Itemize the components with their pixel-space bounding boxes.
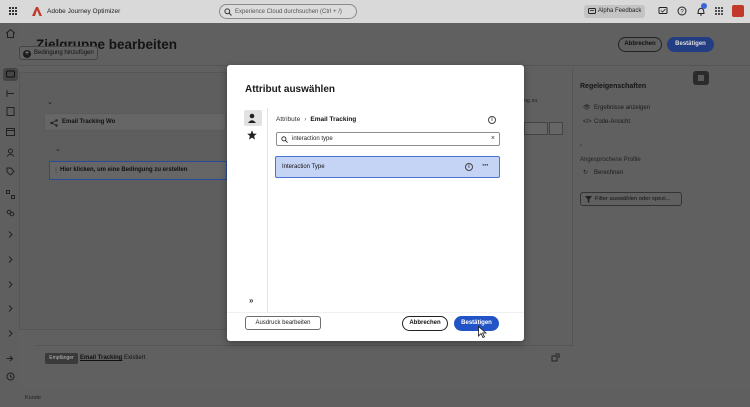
select-attribute-dialog: Attribut auswählen » Attribute › Email Tra… [227, 65, 524, 341]
attribute-source-rail [242, 108, 268, 312]
apps-grid-icon[interactable] [714, 6, 724, 16]
chevron-right-icon[interactable] [6, 280, 15, 289]
eye-icon: 👁 [583, 105, 591, 111]
info-icon[interactable]: i [488, 116, 496, 124]
schema-icon[interactable] [6, 190, 15, 199]
feedback-icon [588, 8, 596, 14]
journeys-icon[interactable] [6, 70, 15, 79]
calculate-label: Berechnen [594, 170, 624, 176]
adobe-logo-icon[interactable] [32, 7, 42, 16]
content-icon[interactable] [6, 107, 15, 116]
page-confirm-button[interactable]: Bestätigen [667, 37, 714, 52]
workflow-icon[interactable] [6, 89, 15, 98]
search-icon [281, 136, 288, 143]
more-actions-icon[interactable]: ··· [482, 160, 489, 170]
mouse-cursor-icon [478, 326, 487, 338]
expand-panel-icon[interactable]: » [249, 296, 253, 305]
show-results-label: Ergebnisse anzeigen [594, 105, 651, 111]
dialog-title: Attribut auswählen [245, 84, 336, 95]
edit-expression-button[interactable]: Ausdruck bearbeiten [245, 316, 321, 330]
calculate-link[interactable]: ↻ Berechnen [583, 169, 623, 176]
dialog-confirm-button[interactable]: Bestätigen [454, 316, 499, 331]
email-tracking-condition-row[interactable]: Email Tracking Wo [44, 113, 226, 131]
attribute-list-item[interactable]: Interaction Type i ··· [275, 156, 500, 178]
sign-in-icon[interactable] [6, 354, 15, 363]
filter-select-button[interactable]: Filter auswählen oder spezi... [580, 192, 682, 206]
notification-badge [701, 3, 707, 9]
expand-icon[interactable] [551, 353, 560, 362]
code-view-label: Code-Ansicht [594, 119, 631, 125]
dialog-footer-divider [227, 312, 524, 313]
collapse-chevron-icon[interactable]: ⌄ [47, 98, 53, 106]
show-results-link[interactable]: 👁 Ergebnisse anzeigen [583, 104, 650, 111]
bottom-bar: Kunde [0, 391, 750, 407]
user-avatar[interactable] [732, 5, 744, 17]
global-search-input[interactable]: Experience Cloud durchsuchen (Ctrl + /) [219, 4, 357, 19]
star-icon[interactable] [247, 130, 257, 140]
history-icon[interactable] [6, 372, 15, 381]
audiences-icon[interactable] [6, 209, 15, 218]
help-icon[interactable]: ? [677, 6, 687, 16]
rule-properties-title: Regeleigenschaften [580, 83, 647, 90]
breadcrumb-current: Email Tracking [310, 116, 357, 123]
breadcrumb-separator-icon: › [304, 116, 307, 123]
feedback-chat-icon[interactable] [658, 6, 668, 16]
footer-status: Existiert [124, 355, 146, 361]
profiles-label: Angesprochene Profile [580, 157, 641, 163]
attribute-info-icon[interactable]: i [465, 163, 473, 171]
calendar-icon[interactable] [6, 127, 15, 136]
dialog-cancel-button[interactable]: Abbrechen [402, 316, 448, 331]
attribute-search-input[interactable]: interaction type × [276, 132, 500, 146]
profiles-value: - [580, 143, 582, 149]
properties-icon [698, 75, 704, 81]
chevron-right-icon[interactable] [6, 329, 15, 338]
attribute-search-value: interaction type [292, 136, 333, 142]
attribute-item-label: Interaction Type [282, 163, 325, 170]
chevron-right-icon[interactable] [6, 230, 15, 239]
partial-text: ng zu [524, 98, 538, 104]
app-header: Adobe Journey Optimizer Experience Cloud… [0, 0, 750, 23]
breadcrumb: Attribute › Email Tracking [276, 116, 356, 123]
share-icon [50, 119, 58, 127]
filter-button-label: Filter auswählen oder spezi... [595, 196, 671, 202]
menu-icon[interactable] [8, 6, 18, 16]
refresh-icon: ↻ [583, 170, 589, 176]
partial-value-input[interactable] [524, 122, 548, 135]
bottom-label: Kunde [25, 395, 41, 401]
alpha-feedback-label: Alpha Feedback [598, 8, 642, 14]
footer-attribute-link[interactable]: Email Tracking [80, 355, 122, 361]
left-navigation-rail [0, 23, 20, 407]
empty-condition-placeholder[interactable]: ⋮ Hier klicken, um eine Bedingung zu ers… [49, 161, 227, 180]
filter-icon [585, 196, 592, 203]
empty-condition-hint: Hier klicken, um eine Bedingung zu erste… [60, 167, 188, 173]
edit-icon[interactable] [549, 122, 563, 135]
add-condition-button[interactable]: + Bedingung hinzufügen [19, 46, 98, 60]
search-icon [224, 8, 232, 16]
page-cancel-button[interactable]: Abbrechen [618, 37, 662, 52]
code-icon: </> [583, 119, 592, 125]
alpha-feedback-button[interactable]: Alpha Feedback [584, 5, 645, 18]
app-name[interactable]: Adobe Journey Optimizer [47, 8, 120, 15]
recipient-chip: Empfänger [45, 353, 78, 364]
collapse-chevron-icon[interactable]: ⌄ [55, 145, 61, 153]
code-view-link[interactable]: </> Code-Ansicht [583, 119, 630, 125]
breadcrumb-root[interactable]: Attribute [276, 116, 300, 123]
chevron-right-icon[interactable] [6, 255, 15, 264]
home-icon[interactable] [6, 29, 15, 38]
chevron-right-icon[interactable] [6, 304, 15, 313]
person-icon[interactable] [247, 113, 257, 123]
email-tracking-row-label: Email Tracking Wo [62, 119, 116, 125]
add-condition-label: Bedingung hinzufügen [34, 50, 94, 56]
clear-search-icon[interactable]: × [491, 135, 495, 142]
profiles-icon[interactable] [6, 148, 15, 157]
footer-summary: Email Tracking Existiert [80, 355, 145, 361]
add-circle-icon: + [23, 49, 31, 58]
panel-toggle-button[interactable] [693, 71, 709, 85]
tag-icon[interactable] [6, 167, 15, 176]
drag-handle-icon[interactable]: ⋮ [53, 167, 59, 174]
global-search-placeholder: Experience Cloud durchsuchen (Ctrl + /) [235, 8, 342, 15]
